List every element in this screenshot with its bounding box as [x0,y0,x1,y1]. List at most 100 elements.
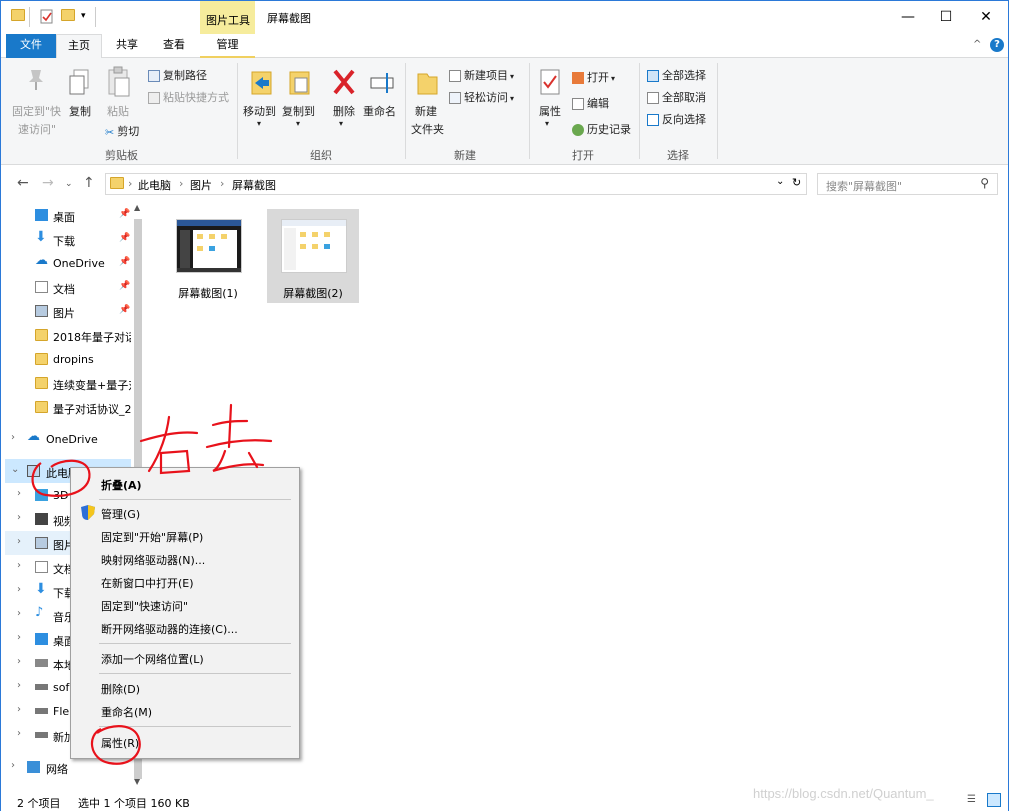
copy-path-button[interactable]: 复制路径 [148,67,207,83]
up-arrow-icon[interactable]: ↑ [83,175,95,191]
expand-chevron-icon[interactable]: › [17,608,21,619]
invert-selection-button[interactable]: 反向选择 [647,111,706,127]
menu-item-rename[interactable]: 重命名(M) [73,700,297,722]
menu-item-pin-start[interactable]: 固定到"开始"屏幕(P) [73,525,297,547]
nav-item-documents[interactable]: 文档 📌 [5,275,133,299]
picture-tools-tab-group: 图片工具 [200,1,255,34]
new-item-button[interactable]: 新建项目 ▾ [449,67,514,83]
details-view-icon[interactable]: ☰ [967,794,976,805]
properties-quick-icon[interactable] [39,9,55,25]
tab-manage[interactable]: 管理 [200,34,255,58]
new-folder-label-line1: 新建 [415,105,437,118]
open-button[interactable]: 打开 ▾ [572,69,615,85]
nav-item-onedrive[interactable]: › ☁ OneDrive [5,427,133,451]
paste-shortcut-icon [148,92,160,104]
large-icons-view-icon[interactable] [987,793,1001,807]
properties-button[interactable]: 属性 ▾ [539,103,561,128]
expand-chevron-icon[interactable]: › [17,728,21,739]
tab-view[interactable]: 查看 [153,34,195,58]
new-folder-button[interactable]: 新建 文件夹 [411,103,444,137]
expand-chevron-icon[interactable]: › [17,680,21,691]
expand-chevron-icon[interactable]: › [17,584,21,595]
history-button[interactable]: 历史记录 [572,121,631,137]
tab-home[interactable]: 主页 [56,34,102,59]
menu-item-properties[interactable]: 属性(R) [73,731,297,753]
paste-shortcut-button[interactable]: 粘贴快捷方式 [148,89,229,105]
new-folder-icon [415,68,441,101]
refresh-icon[interactable]: ↻ [792,176,801,189]
nav-item-pictures[interactable]: 图片 📌 [5,299,133,323]
edit-icon [572,98,584,110]
nav-item-downloads[interactable]: ⬇ 下载 📌 [5,227,133,251]
close-button[interactable]: ✕ [963,1,1009,33]
menu-item-manage[interactable]: 管理(G) [73,502,297,524]
back-arrow-icon[interactable]: ← [17,175,29,191]
file-item[interactable]: 屏幕截图(1) [162,209,254,303]
nav-item-folder-2[interactable]: dropins [5,347,133,371]
expand-chevron-icon[interactable]: › [17,560,21,571]
move-to-button[interactable]: 移动到 ▾ [243,103,276,128]
address-bar[interactable]: › 此电脑 › 图片 › 屏幕截图 ⌄ ↻ [105,173,807,195]
nav-item-folder-1[interactable]: 2018年量子对话 [5,323,133,347]
edit-label: 编辑 [587,97,609,110]
menu-item-collapse[interactable]: 折叠(A) [73,473,297,495]
search-icon[interactable]: ⚲ [980,176,989,190]
expand-chevron-icon[interactable]: › [17,704,21,715]
select-all-button[interactable]: 全部选择 [647,67,706,83]
file-item-selected[interactable]: 屏幕截图(2) [267,209,359,303]
nav-item-onedrive-quick[interactable]: ☁ OneDrive 📌 [5,251,133,275]
drive-icon [35,732,48,738]
scroll-up-icon[interactable]: ▲ [134,203,140,212]
paste-button[interactable]: 粘贴 [107,103,129,119]
breadcrumb-pictures[interactable]: 图片 [190,177,212,193]
tab-share[interactable]: 共享 [107,34,147,58]
menu-item-label: 固定到"开始"屏幕(P) [101,531,204,544]
help-icon[interactable]: ? [990,38,1004,52]
address-dropdown-icon[interactable]: ⌄ [776,176,784,187]
easy-access-button[interactable]: 轻松访问 ▾ [449,89,514,105]
nav-label: 文档 [53,283,75,296]
watermark: https://blog.csdn.net/Quantum_ [753,786,934,801]
search-box[interactable]: 搜索"屏幕截图" ⚲ [817,173,998,195]
pin-quick-access-button[interactable]: 固定到"快 速访问" [12,103,61,137]
collapse-chevron-icon[interactable]: ⌄ [11,464,19,475]
network-icon [27,761,40,773]
menu-item-pin-quick-access[interactable]: 固定到"快速访问" [73,594,297,616]
expand-chevron-icon[interactable]: › [11,432,15,443]
computer-icon [27,465,40,477]
select-none-label: 全部取消 [662,91,706,104]
edit-button[interactable]: 编辑 [572,95,609,111]
menu-item-add-network-location[interactable]: 添加一个网络位置(L) [73,647,297,669]
nav-item-folder-3[interactable]: 连续变量+量子对 [5,371,133,395]
context-menu: 折叠(A) 管理(G) 固定到"开始"屏幕(P) 映射网络驱动器(N)... 在… [70,467,300,759]
expand-chevron-icon[interactable]: › [17,632,21,643]
expand-chevron-icon[interactable]: › [17,656,21,667]
expand-chevron-icon[interactable]: › [17,512,21,523]
navigation-bar: ← → ⌄ ↑ › 此电脑 › 图片 › 屏幕截图 ⌄ ↻ 搜索"屏幕截图" ⚲ [1,171,1008,199]
copy-button[interactable]: 复制 [69,103,91,119]
expand-chevron-icon[interactable]: › [17,536,21,547]
menu-item-map-drive[interactable]: 映射网络驱动器(N)... [73,548,297,570]
expand-chevron-icon[interactable]: › [11,760,15,771]
delete-button[interactable]: 删除 ▾ [333,103,355,128]
breadcrumb-screenshots[interactable]: 屏幕截图 [232,177,276,193]
file-name: 屏幕截图(2) [283,287,343,300]
menu-item-delete[interactable]: 删除(D) [73,677,297,699]
delete-label: 删除 [333,105,355,118]
breadcrumb-this-pc[interactable]: 此电脑 [138,177,171,193]
collapse-ribbon-icon[interactable]: ^ [973,39,981,50]
copy-to-button[interactable]: 复制到 ▾ [282,103,315,128]
forward-arrow-icon[interactable]: → [42,175,54,191]
menu-item-open-new-window[interactable]: 在新窗口中打开(E) [73,571,297,593]
cut-button[interactable]: ✂ 剪切 [105,123,139,139]
nav-item-folder-4[interactable]: 量子对话协议_20 [5,395,133,419]
recent-locations-chevron-icon[interactable]: ⌄ [65,179,73,189]
rename-button[interactable]: 重命名 [363,103,396,119]
nav-item-desktop[interactable]: 桌面 📌 [5,203,133,227]
expand-chevron-icon[interactable]: › [17,488,21,499]
select-none-button[interactable]: 全部取消 [647,89,706,105]
new-folder-quick-icon[interactable] [61,9,77,25]
tab-file[interactable]: 文件 [6,34,56,58]
menu-item-disconnect-drive[interactable]: 断开网络驱动器的连接(C)... [73,617,297,639]
nav-label: Fle [53,705,70,718]
